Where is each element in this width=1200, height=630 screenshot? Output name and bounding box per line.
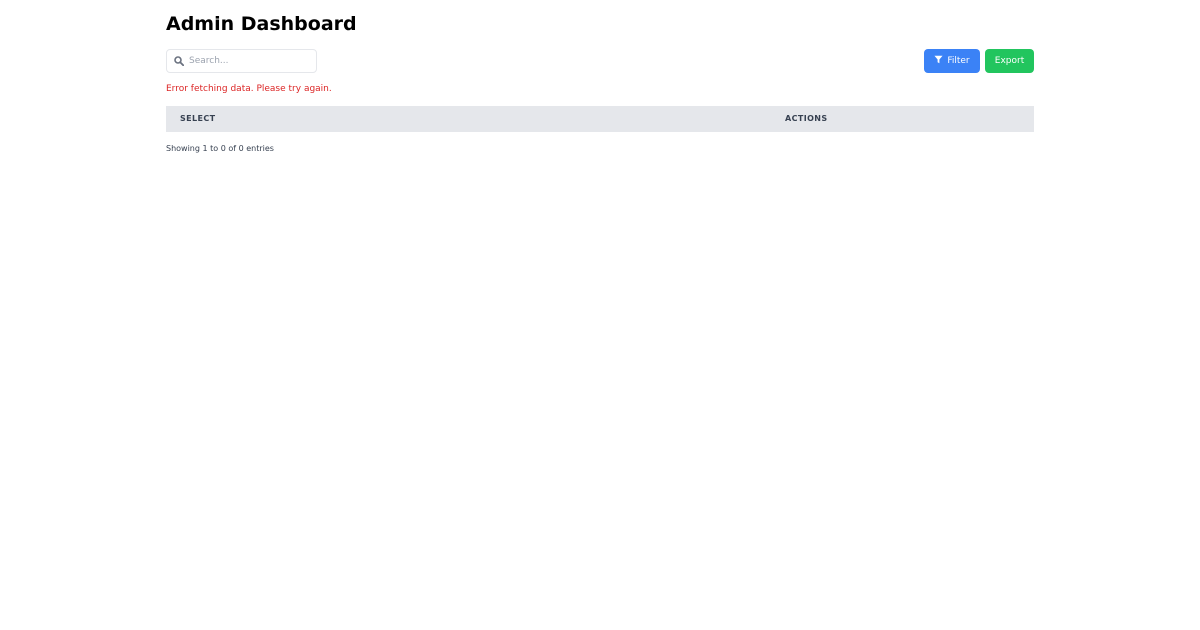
pagination-info: Showing 1 to 0 of 0 entries <box>166 144 274 153</box>
filter-button[interactable]: Filter <box>924 49 980 73</box>
page-title: Admin Dashboard <box>166 13 357 35</box>
error-message: Error fetching data. Please try again. <box>166 84 332 94</box>
filter-icon <box>934 55 943 64</box>
column-header-select[interactable]: SELECT <box>180 106 216 132</box>
export-button[interactable]: Export <box>985 49 1034 73</box>
search-icon <box>174 56 184 66</box>
data-table: SELECT ACTIONS <box>166 106 1034 132</box>
filter-button-label: Filter <box>947 56 970 66</box>
column-header-actions[interactable]: ACTIONS <box>785 106 828 132</box>
search-input[interactable] <box>189 50 313 72</box>
search-box[interactable] <box>166 49 317 73</box>
toolbar: Filter Export <box>166 49 1034 73</box>
